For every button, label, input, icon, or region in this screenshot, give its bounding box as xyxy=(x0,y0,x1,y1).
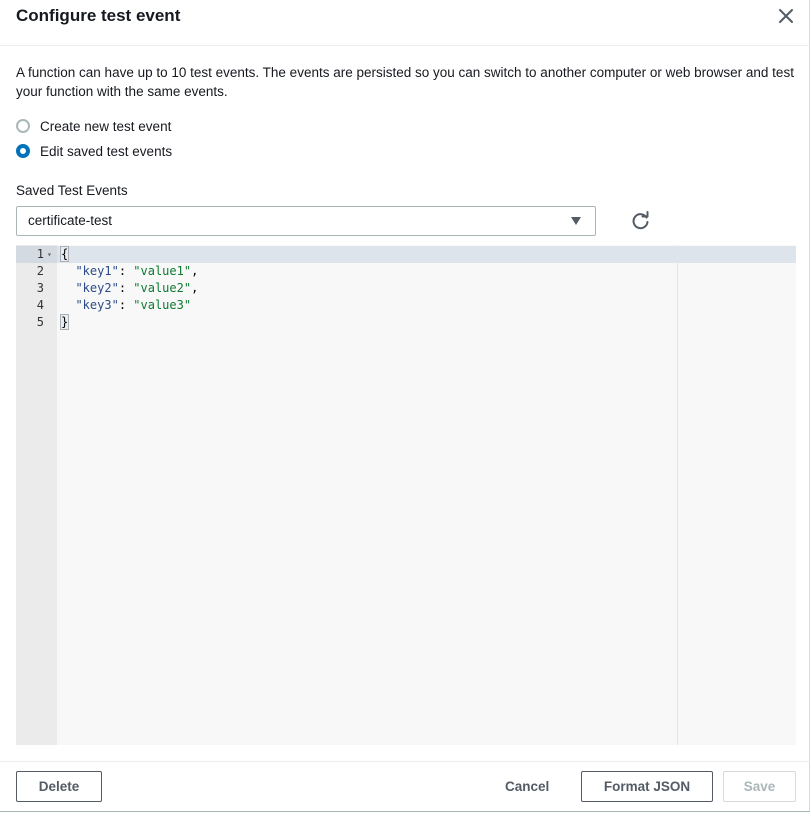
line-number: 2 xyxy=(36,264,44,278)
json-key: "key2" xyxy=(75,281,119,295)
line-number: 3 xyxy=(36,281,44,295)
code-line[interactable]: 5 } xyxy=(16,314,796,331)
dialog-description: A function can have up to 10 test events… xyxy=(16,65,794,99)
code-text: "key1": "value1", xyxy=(75,264,199,278)
radio-label-create-new: Create new test event xyxy=(40,118,172,134)
close-brace: } xyxy=(59,314,70,330)
code-text: { xyxy=(59,246,70,263)
json-value: "value1" xyxy=(133,264,192,278)
radio-button-unchecked[interactable] xyxy=(16,119,30,133)
caret-down-icon xyxy=(571,217,581,225)
radio-edit-saved-test-events[interactable]: Edit saved test events xyxy=(16,141,172,161)
json-comma: , xyxy=(191,264,199,278)
cancel-button[interactable]: Cancel xyxy=(505,771,549,802)
saved-test-events-select[interactable]: certificate-test xyxy=(16,206,596,236)
code-text: "key3": "value3" xyxy=(75,298,192,312)
configure-test-event-dialog: Configure test event A function can have… xyxy=(0,0,810,812)
dialog-header: Configure test event xyxy=(0,0,810,46)
json-value: "value3" xyxy=(133,298,192,312)
line-number: 1 xyxy=(36,247,44,261)
saved-test-events-label: Saved Test Events xyxy=(16,183,128,198)
refresh-icon xyxy=(632,211,649,230)
delete-button[interactable]: Delete xyxy=(16,771,102,802)
json-comma: , xyxy=(191,281,199,295)
json-key: "key3" xyxy=(75,298,119,312)
dialog-title: Configure test event xyxy=(16,6,181,25)
code-line[interactable]: 1 ▾ { xyxy=(16,246,796,263)
json-value: "value2" xyxy=(133,281,192,295)
code-text: "key2": "value2", xyxy=(75,281,199,295)
line-number: 4 xyxy=(36,298,44,312)
selected-test-event: certificate-test xyxy=(28,213,113,228)
code-text: } xyxy=(59,314,70,331)
save-button[interactable]: Save xyxy=(723,771,796,802)
format-json-button[interactable]: Format JSON xyxy=(581,771,713,802)
fold-arrow-icon[interactable]: ▾ xyxy=(47,246,52,263)
json-code-editor[interactable]: 1 ▾ { 2 "key1": "value1", 3 "key2": "val… xyxy=(16,245,796,745)
code-line[interactable]: 4 "key3": "value3" xyxy=(16,297,796,314)
radio-label-edit-saved: Edit saved test events xyxy=(40,143,173,159)
radio-create-new-test-event[interactable]: Create new test event xyxy=(16,116,171,136)
open-brace: { xyxy=(59,246,70,262)
close-button[interactable] xyxy=(772,4,800,30)
json-key: "key1" xyxy=(75,264,119,278)
code-line[interactable]: 3 "key2": "value2", xyxy=(16,280,796,297)
line-number: 5 xyxy=(36,315,44,329)
refresh-button[interactable] xyxy=(629,209,653,233)
dialog-footer: Delete Cancel Format JSON Save xyxy=(0,761,810,812)
code-line[interactable]: 2 "key1": "value1", xyxy=(16,263,796,280)
radio-button-checked[interactable] xyxy=(16,144,30,158)
close-icon xyxy=(779,9,793,23)
